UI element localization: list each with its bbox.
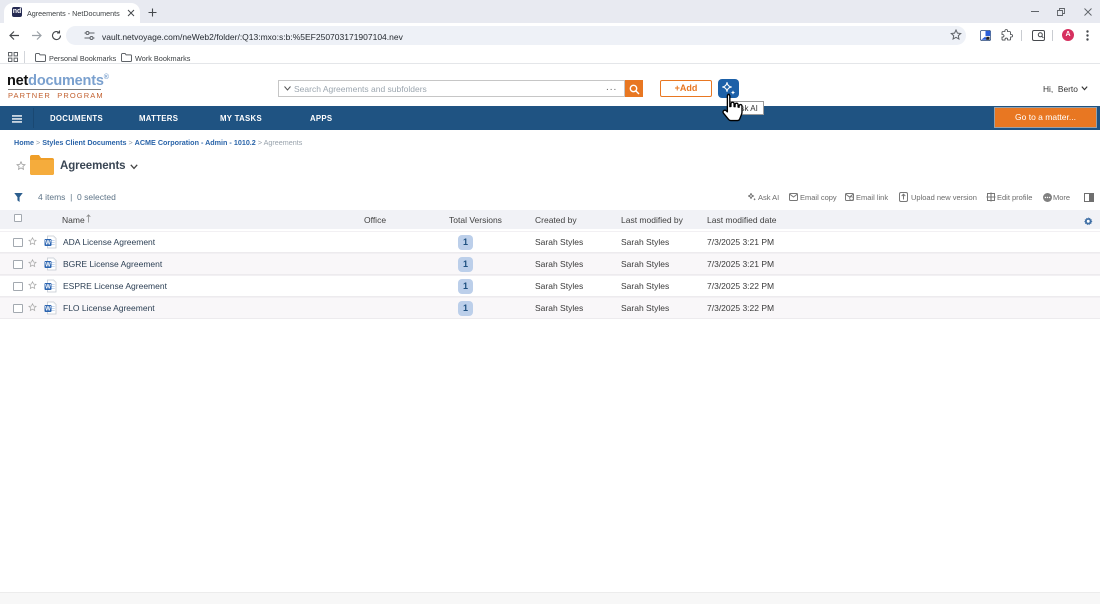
svg-text:W: W [45,262,51,268]
svg-text:W: W [45,240,51,246]
svg-text:W: W [45,284,51,290]
svg-text:W: W [45,306,51,312]
